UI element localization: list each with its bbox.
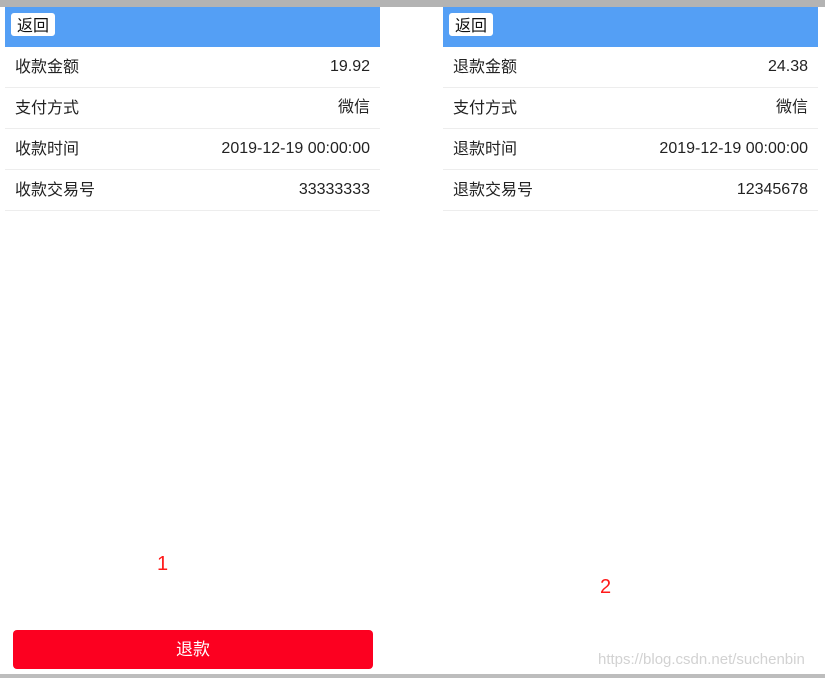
row-value: 24.38 bbox=[767, 58, 808, 75]
row-value: 19.92 bbox=[329, 58, 370, 75]
row-label: 退款时间 bbox=[453, 139, 518, 158]
watermark: https://blog.csdn.net/suchenbin bbox=[598, 651, 805, 668]
detail-row-time: 退款时间 2019-12-19 00:00:00 bbox=[443, 129, 818, 170]
row-label: 支付方式 bbox=[15, 98, 80, 117]
detail-row-payment-method: 支付方式 微信 bbox=[443, 88, 818, 129]
detail-row-payment-method: 支付方式 微信 bbox=[5, 88, 380, 129]
row-label: 支付方式 bbox=[453, 98, 518, 117]
row-label: 收款时间 bbox=[15, 139, 80, 158]
row-value: 12345678 bbox=[736, 181, 808, 198]
header-bar: 返回 bbox=[443, 7, 818, 47]
refund-button[interactable]: 退款 bbox=[13, 630, 373, 669]
header-bar: 返回 bbox=[5, 7, 380, 47]
row-value: 微信 bbox=[775, 99, 808, 116]
refund-detail-panel: 返回 退款金额 24.38 支付方式 微信 退款时间 2019-12-19 00… bbox=[443, 7, 818, 674]
bottom-border bbox=[0, 674, 825, 678]
row-label: 收款金额 bbox=[15, 57, 80, 76]
row-value: 微信 bbox=[337, 99, 370, 116]
payment-detail-panel: 返回 收款金额 19.92 支付方式 微信 收款时间 2019-12-19 00… bbox=[5, 7, 380, 674]
detail-row-amount: 退款金额 24.38 bbox=[443, 47, 818, 88]
detail-row-transaction-id: 收款交易号 33333333 bbox=[5, 170, 380, 211]
detail-row-amount: 收款金额 19.92 bbox=[5, 47, 380, 88]
row-value: 33333333 bbox=[298, 181, 370, 198]
back-button[interactable]: 返回 bbox=[449, 13, 494, 36]
annotation-number: 1 bbox=[157, 553, 169, 575]
top-border bbox=[0, 0, 825, 7]
annotation-number: 2 bbox=[600, 576, 612, 598]
row-label: 退款交易号 bbox=[453, 180, 534, 199]
row-value: 2019-12-19 00:00:00 bbox=[221, 140, 370, 157]
row-label: 退款金额 bbox=[453, 57, 518, 76]
detail-row-time: 收款时间 2019-12-19 00:00:00 bbox=[5, 129, 380, 170]
row-value: 2019-12-19 00:00:00 bbox=[659, 140, 808, 157]
row-label: 收款交易号 bbox=[15, 180, 96, 199]
back-button[interactable]: 返回 bbox=[11, 13, 56, 36]
detail-row-transaction-id: 退款交易号 12345678 bbox=[443, 170, 818, 211]
